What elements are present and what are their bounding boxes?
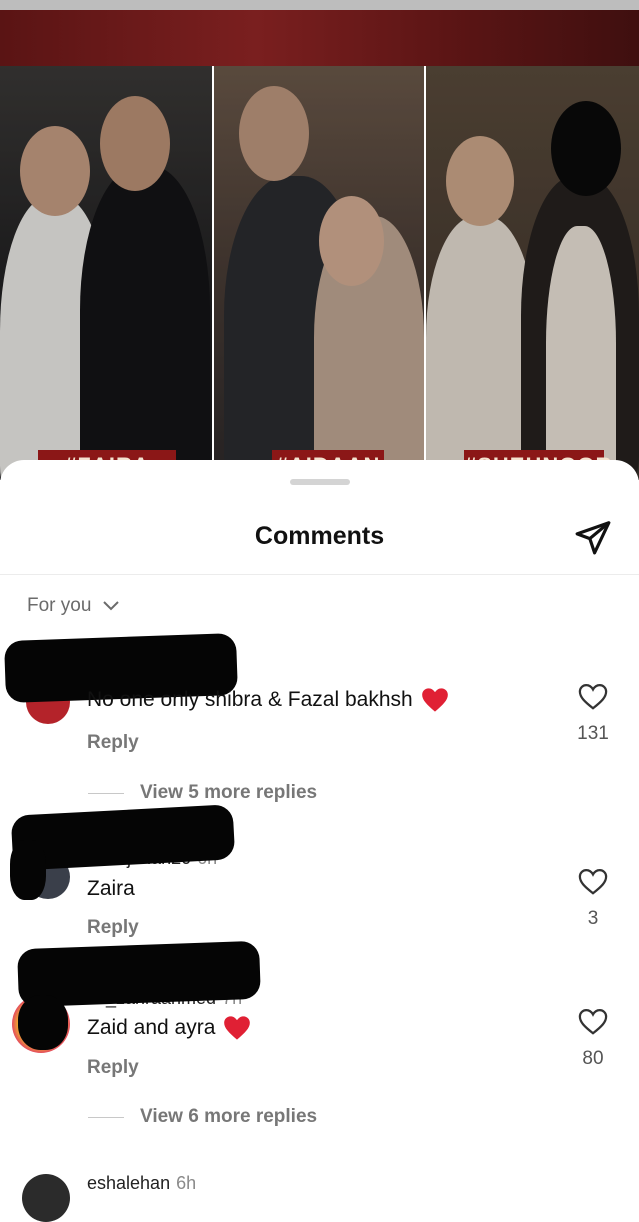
view-more-replies-label: View 6 more replies bbox=[140, 1106, 318, 1127]
reply-button[interactable]: Reply bbox=[87, 732, 139, 754]
status-strip bbox=[0, 0, 639, 10]
chevron-down-icon bbox=[103, 601, 120, 611]
comment-text: Zaira bbox=[87, 877, 135, 900]
post-panel-aidaan: #AIDAAN bbox=[214, 66, 424, 480]
sheet-title: Comments bbox=[254, 522, 385, 550]
reply-button[interactable]: Reply bbox=[87, 917, 139, 939]
view-more-replies[interactable]: View 6 more replies bbox=[88, 1106, 317, 1128]
comment-username[interactable]: eshalehan 6h bbox=[87, 1173, 196, 1194]
like-count: 3 bbox=[587, 908, 599, 929]
post-panel-zaira: #ZAIRA bbox=[0, 66, 212, 480]
reply-button[interactable]: Reply bbox=[87, 1057, 139, 1079]
redacted-avatar bbox=[18, 995, 68, 1050]
view-more-replies-label: View 5 more replies bbox=[140, 782, 318, 803]
sort-label: For you bbox=[27, 595, 92, 616]
like-count: 131 bbox=[577, 723, 609, 744]
header-divider bbox=[0, 574, 639, 575]
post-panel-shehnoor: #SHEHNOOR bbox=[426, 66, 639, 480]
post-image: #ZAIRA #AIDAAN #SHEHNOOR bbox=[0, 0, 639, 480]
redacted-avatar bbox=[10, 840, 46, 900]
comment-text: Zaid and ayra bbox=[87, 1015, 251, 1041]
comment-time: 6h bbox=[176, 1173, 197, 1193]
red-heart-emoji-icon bbox=[421, 688, 448, 712]
post-banner bbox=[0, 10, 639, 66]
thread-line bbox=[88, 792, 124, 794]
view-more-replies[interactable]: View 5 more replies bbox=[88, 782, 317, 804]
heart-outline-icon[interactable] bbox=[578, 1008, 608, 1036]
paper-plane-icon[interactable] bbox=[574, 518, 612, 556]
red-heart-emoji-icon bbox=[224, 1016, 251, 1040]
sort-dropdown[interactable]: For you bbox=[27, 595, 121, 617]
like-count: 80 bbox=[582, 1048, 604, 1069]
comment-text: No one only shibra & Fazal bakhsh bbox=[87, 687, 449, 713]
comments-sheet: Comments For you No one only shibra & Fa… bbox=[0, 460, 639, 1222]
avatar[interactable] bbox=[22, 1174, 70, 1222]
drag-handle[interactable] bbox=[290, 479, 350, 485]
thread-line bbox=[88, 1116, 124, 1118]
heart-outline-icon[interactable] bbox=[578, 868, 608, 896]
heart-outline-icon[interactable] bbox=[578, 683, 608, 711]
